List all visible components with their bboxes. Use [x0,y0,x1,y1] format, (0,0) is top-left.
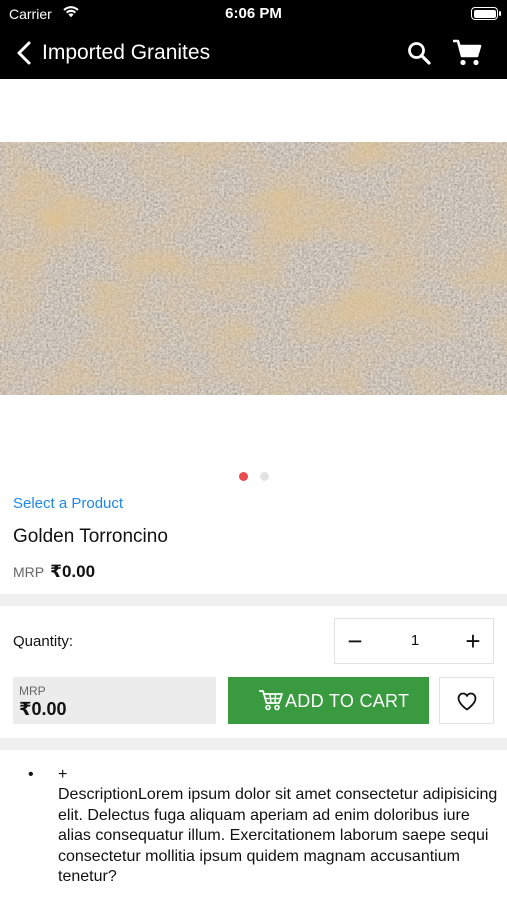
product-name: Golden Torroncino [13,526,168,547]
expand-description-toggle[interactable]: + [58,765,67,786]
heart-outline-icon [457,692,477,711]
quantity-label: Quantity: [13,633,74,650]
quantity-stepper: − 1 + [334,618,494,664]
clock: 6:06 PM [225,5,282,22]
total-mrp-label: MRP [19,684,46,698]
total-mrp-value: ₹0.00 [19,699,67,719]
price-row: MRP ₹0.00 [13,562,95,582]
bullet-marker: • [28,766,34,783]
add-to-cart-button[interactable]: ADD TO CART [228,677,429,724]
select-product-link[interactable]: Select a Product [13,495,123,512]
decrease-quantity-button[interactable]: − [335,619,375,663]
carousel-pagination [0,472,507,482]
page-title: Imported Granites [42,41,211,64]
add-to-cart-label: ADD TO CART [285,691,410,711]
carousel-dot[interactable] [260,472,269,481]
wishlist-button[interactable] [439,677,494,724]
search-icon[interactable] [406,40,432,66]
status-bar: Carrier 6:06 PM [0,0,507,28]
carousel-dot-active[interactable] [239,472,248,481]
mrp-label: MRP [13,564,45,580]
quantity-value[interactable]: 1 [375,619,455,663]
increase-quantity-button[interactable]: + [453,619,493,663]
back-chevron-icon[interactable] [14,40,38,66]
battery-icon [471,7,501,20]
section-divider [0,594,507,606]
mrp-value: ₹0.00 [50,562,96,581]
cart-outline-icon [258,689,284,711]
section-divider [0,738,507,750]
cart-icon[interactable] [452,39,482,67]
nav-bar: Imported Granites [0,28,507,79]
description-text: DescriptionLorem ipsum dolor sit amet co… [58,786,498,885]
granite-slab-image[interactable] [0,142,507,395]
total-price-box: MRP ₹0.00 [13,677,216,724]
